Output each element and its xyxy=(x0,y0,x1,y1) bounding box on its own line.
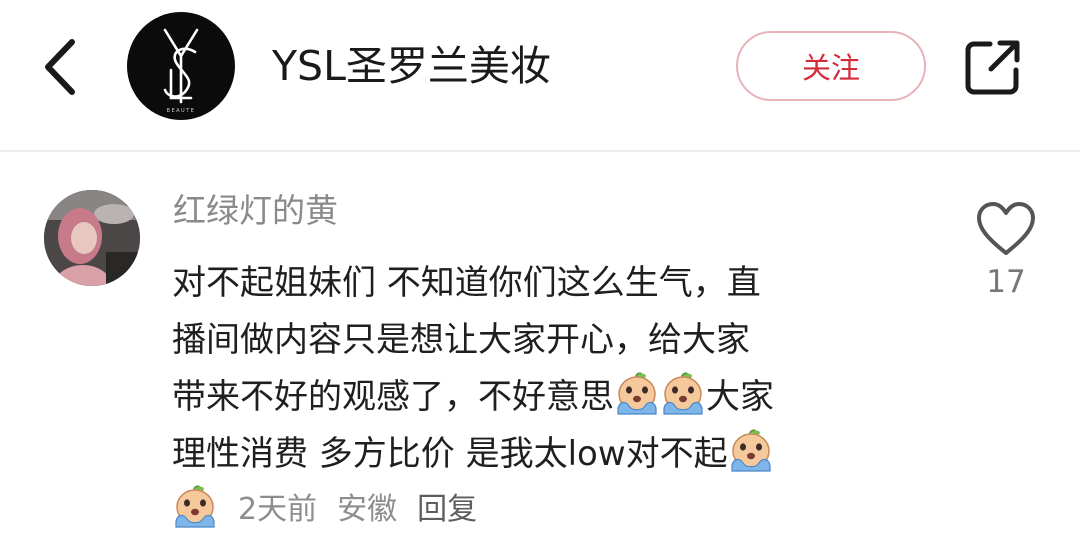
comment-line-1: 对不起姐妹们 不知道你们这么生气，直 xyxy=(172,263,761,303)
comment-line-3-tail: 大家 xyxy=(706,377,774,417)
ysl-logo: BEAUTE xyxy=(163,28,199,114)
back-button[interactable] xyxy=(38,36,88,98)
follow-button[interactable]: 关注 xyxy=(736,31,926,101)
comment-meta: 2天前 安徽 回复 xyxy=(172,480,477,532)
like-button[interactable] xyxy=(975,200,1037,258)
follow-label: 关注 xyxy=(801,51,860,85)
like-count: 17 xyxy=(986,264,1026,300)
comment-username[interactable]: 红绿灯的黄 xyxy=(173,188,338,234)
crying-emoji-icon xyxy=(728,427,774,473)
crying-emoji-icon xyxy=(660,370,706,416)
chevron-left-icon xyxy=(45,39,75,95)
user-photo xyxy=(44,190,140,286)
share-external-icon xyxy=(965,40,1020,95)
comment-line-4-text: 理性消费 多方比价 是我太low对不起 xyxy=(172,434,728,474)
reply-button[interactable]: 回复 xyxy=(417,484,477,528)
comment-line-3: 带来不好的观感了，不好意思 大家 xyxy=(172,369,912,426)
comment-line-2: 播间做内容只是想让大家开心，给大家 xyxy=(172,320,750,360)
brand-avatar[interactable]: BEAUTE xyxy=(127,12,235,120)
top-bar: BEAUTE YSL圣罗兰美妆 关注 xyxy=(0,0,1080,150)
crying-emoji-icon xyxy=(614,370,660,416)
crying-emoji-icon xyxy=(172,483,218,529)
comment-time: 2天前 xyxy=(238,492,318,527)
header-divider xyxy=(0,150,1080,152)
comment-line-3-text: 带来不好的观感了，不好意思 xyxy=(172,377,614,417)
brand-name[interactable]: YSL圣罗兰美妆 xyxy=(272,40,551,92)
comment-line-4: 理性消费 多方比价 是我太low对不起 xyxy=(172,426,912,483)
comment-text: 对不起姐妹们 不知道你们这么生气，直 播间做内容只是想让大家开心，给大家 带来不… xyxy=(172,255,912,483)
share-button[interactable] xyxy=(964,38,1022,96)
heart-icon xyxy=(977,202,1035,255)
user-avatar[interactable] xyxy=(44,190,140,286)
logo-subtext: BEAUTE xyxy=(167,108,196,114)
comment-location: 安徽 xyxy=(337,492,398,527)
